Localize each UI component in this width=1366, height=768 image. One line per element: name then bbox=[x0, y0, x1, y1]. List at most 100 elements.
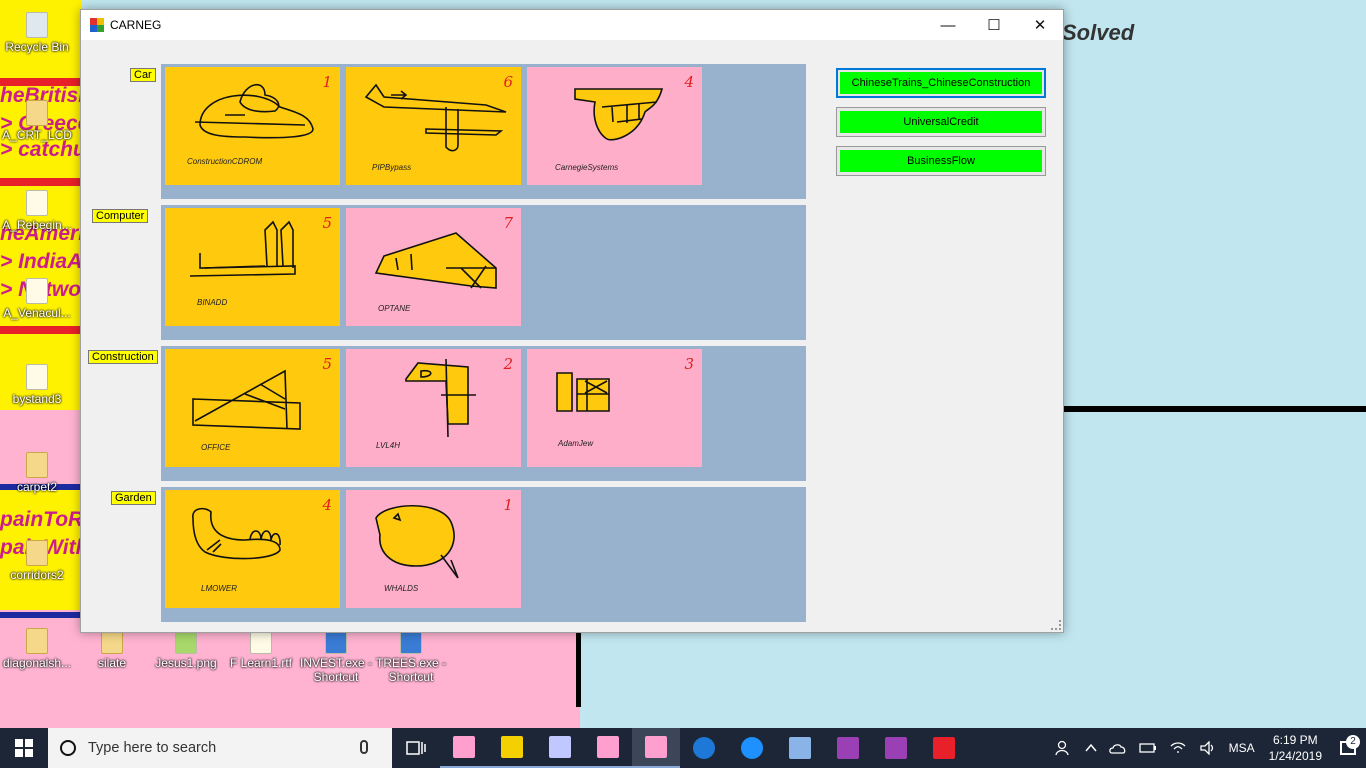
folder-icon bbox=[26, 540, 48, 566]
taskbar-app-carneg[interactable] bbox=[632, 728, 680, 768]
desktop-icon-recycle-bin[interactable]: Recycle Bin bbox=[0, 12, 74, 54]
minimize-button[interactable]: — bbox=[925, 10, 971, 40]
universalcredit-button[interactable]: UniversalCredit bbox=[836, 107, 1046, 137]
card-label: LVL4H bbox=[376, 441, 401, 450]
desktop-icon-label: A_CRT_LCD bbox=[2, 128, 72, 142]
card-count: 1 bbox=[503, 496, 513, 514]
desktop-icon-a-venacul[interactable]: A_Venacul... bbox=[0, 278, 74, 320]
desktop-icon-label: corridors2 bbox=[10, 568, 64, 582]
desktop-icon-label: silate bbox=[97, 656, 126, 670]
input-language[interactable]: MSA bbox=[1223, 741, 1261, 755]
desktop-icon-label: TREES.exe - Shortcut bbox=[375, 656, 447, 684]
action-button-label: ChineseTrains_ChineseConstruction bbox=[840, 72, 1042, 94]
taskbar-app-purple-1[interactable] bbox=[824, 728, 872, 768]
desktop-icon-bystand3[interactable]: bystand3 bbox=[0, 364, 74, 406]
desktop-icon-label: carpet2 bbox=[16, 480, 58, 494]
desktop-icon-label: F Learn1.rtf bbox=[229, 656, 293, 670]
chinesetrains-chineseconstruction-button[interactable]: ChineseTrains_ChineseConstruction bbox=[836, 68, 1046, 98]
card-count: 7 bbox=[503, 214, 513, 232]
desktop-icon-trees-shortcut[interactable]: TREES.exe - Shortcut bbox=[374, 628, 448, 684]
card-count: 4 bbox=[322, 496, 332, 514]
maximize-button[interactable]: ☐ bbox=[971, 10, 1017, 40]
cortana-icon bbox=[60, 740, 76, 756]
folder-icon bbox=[26, 628, 48, 654]
app-icon bbox=[453, 736, 475, 758]
desktop-icon-label: A_Rebegin... bbox=[2, 218, 72, 232]
taskbar-app-wordpad[interactable] bbox=[776, 728, 824, 768]
card-pipbypass[interactable]: 6 PIPBypass bbox=[346, 67, 521, 185]
desktop-bg-redbar bbox=[0, 178, 80, 186]
desktop-icon-silate[interactable]: silate bbox=[75, 628, 149, 670]
taskbar-app-4[interactable] bbox=[584, 728, 632, 768]
app-icon bbox=[597, 736, 619, 758]
window-title: CARNEG bbox=[110, 18, 162, 32]
start-button[interactable] bbox=[0, 728, 48, 768]
app-icon bbox=[885, 737, 907, 759]
card-optane[interactable]: 7 OPTANE bbox=[346, 208, 521, 326]
card-carnegiesystems[interactable]: 4 CarnegieSystems bbox=[527, 67, 702, 185]
lmower-drawing bbox=[192, 507, 281, 560]
taskbar-app-2[interactable] bbox=[488, 728, 536, 768]
desktop-icon-carpet2[interactable]: carpet2 bbox=[0, 452, 74, 494]
card-constructioncdrom[interactable]: 1 ConstructionCDROM bbox=[165, 67, 340, 185]
desktop-icon-corridors2[interactable]: corridors2 bbox=[0, 540, 74, 582]
people-icon[interactable] bbox=[1049, 740, 1079, 756]
card-office[interactable]: 5 OFFICE bbox=[165, 349, 340, 467]
businessflow-button[interactable]: BusinessFlow bbox=[836, 146, 1046, 176]
row-panel-car: 1 ConstructionCDROM 6 PIPBypass 4 Carneg… bbox=[161, 64, 806, 199]
taskbar-app-red[interactable] bbox=[920, 728, 968, 768]
taskbar-search[interactable]: Type here to search bbox=[48, 728, 392, 768]
document-icon bbox=[26, 190, 48, 216]
card-adamjew[interactable]: 3 AdamJew bbox=[527, 349, 702, 467]
optane-drawing bbox=[374, 232, 497, 289]
desktop-icon-diagonalsh[interactable]: diagonalsh... bbox=[0, 628, 74, 670]
wifi-icon[interactable] bbox=[1163, 741, 1193, 755]
taskbar-app-1[interactable] bbox=[440, 728, 488, 768]
card-label: OPTANE bbox=[378, 304, 411, 313]
taskbar-edge[interactable] bbox=[680, 728, 728, 768]
desktop-icon-invest-shortcut[interactable]: INVEST.exe - Shortcut bbox=[299, 628, 373, 684]
resize-grip[interactable] bbox=[1051, 620, 1061, 630]
desktop-icon-jesus1-png[interactable]: Jesus1.png bbox=[149, 628, 223, 670]
card-lvl4h[interactable]: 2 LVL4H bbox=[346, 349, 521, 467]
close-button[interactable]: ✕ bbox=[1017, 10, 1063, 40]
clock[interactable]: 6:19 PM 1/24/2019 bbox=[1261, 732, 1330, 764]
taskbar-app-3[interactable] bbox=[536, 728, 584, 768]
action-button-label: UniversalCredit bbox=[840, 111, 1042, 133]
system-tray: MSA 6:19 PM 1/24/2019 2 bbox=[1049, 728, 1366, 768]
action-center-button[interactable]: 2 bbox=[1330, 735, 1366, 755]
taskbar: Type here to search MSA 6:19 PM 1/24/201… bbox=[0, 728, 1366, 768]
taskbar-messaging[interactable] bbox=[728, 728, 776, 768]
adamjew-drawing bbox=[556, 372, 610, 412]
onedrive-cloud-icon[interactable] bbox=[1103, 742, 1133, 754]
taskbar-app-purple-2[interactable] bbox=[872, 728, 920, 768]
battery-icon[interactable] bbox=[1133, 742, 1163, 754]
constructioncdrom-drawing bbox=[194, 84, 314, 139]
card-count: 2 bbox=[503, 355, 513, 373]
card-label: PIPBypass bbox=[372, 163, 412, 172]
document-icon bbox=[26, 278, 48, 304]
card-whalds[interactable]: 1 WHALDS bbox=[346, 490, 521, 608]
app-icon bbox=[90, 18, 104, 32]
card-count: 5 bbox=[322, 355, 332, 373]
card-binadd[interactable]: 5 BINADD bbox=[165, 208, 340, 326]
card-lmower[interactable]: 4 LMOWER bbox=[165, 490, 340, 608]
volume-icon[interactable] bbox=[1193, 741, 1223, 755]
search-placeholder: Type here to search bbox=[88, 740, 217, 756]
desktop-bg-redbar bbox=[0, 326, 80, 334]
app-icon bbox=[501, 736, 523, 758]
card-count: 3 bbox=[684, 355, 694, 373]
microphone-icon[interactable] bbox=[360, 740, 368, 754]
card-count: 5 bbox=[322, 214, 332, 232]
clock-date: 1/24/2019 bbox=[1268, 749, 1322, 763]
task-view-button[interactable] bbox=[392, 728, 440, 768]
desktop-icon-a-rebegin[interactable]: A_Rebegin... bbox=[0, 190, 74, 232]
desktop-icon-f-learn1-rtf[interactable]: F Learn1.rtf bbox=[224, 628, 298, 670]
desktop-icon-label: diagonalsh... bbox=[2, 656, 72, 670]
show-hidden-icons-chevron-icon[interactable] bbox=[1079, 743, 1103, 753]
document-icon bbox=[26, 364, 48, 390]
app-icon bbox=[645, 736, 667, 758]
desktop-icon-a-crt-lcd[interactable]: A_CRT_LCD bbox=[0, 100, 74, 142]
window-titlebar[interactable]: CARNEG — ☐ ✕ bbox=[81, 10, 1063, 40]
desktop-bg-vline bbox=[576, 632, 581, 707]
